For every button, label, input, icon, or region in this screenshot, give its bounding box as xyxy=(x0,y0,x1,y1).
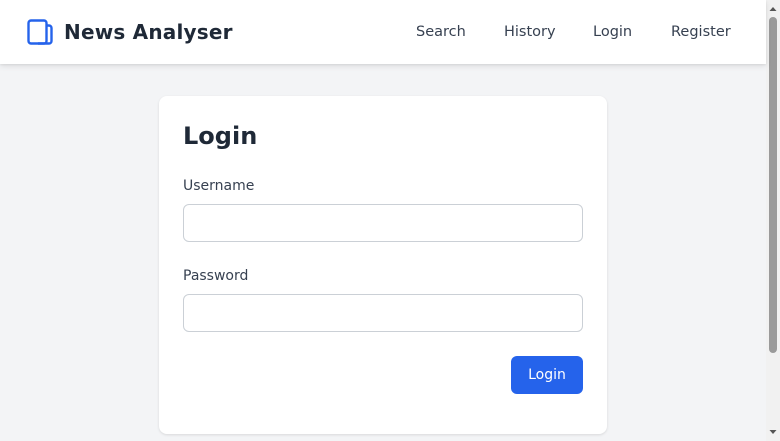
top-navbar: News Analyser Search History Login Regis… xyxy=(0,0,766,64)
password-label: Password xyxy=(183,268,249,284)
password-field[interactable] xyxy=(183,294,583,332)
nav-link-register[interactable]: Register xyxy=(671,22,731,42)
page-title: Login xyxy=(183,122,258,150)
login-button[interactable]: Login xyxy=(511,356,583,394)
nav-link-login[interactable]: Login xyxy=(593,22,632,42)
username-label: Username xyxy=(183,178,255,194)
vertical-scrollbar[interactable] xyxy=(766,0,780,441)
nav-link-search[interactable]: Search xyxy=(416,22,466,42)
nav-link-history[interactable]: History xyxy=(504,22,556,42)
brand[interactable]: News Analyser xyxy=(26,18,233,46)
username-field[interactable] xyxy=(183,204,583,242)
tablet-icon xyxy=(27,19,53,45)
chevron-up-icon[interactable] xyxy=(766,2,780,16)
brand-name: News Analyser xyxy=(64,20,233,44)
chevron-down-icon[interactable] xyxy=(766,425,780,439)
scrollbar-thumb[interactable] xyxy=(769,17,777,353)
login-card: Login Username Password Login xyxy=(159,96,607,434)
